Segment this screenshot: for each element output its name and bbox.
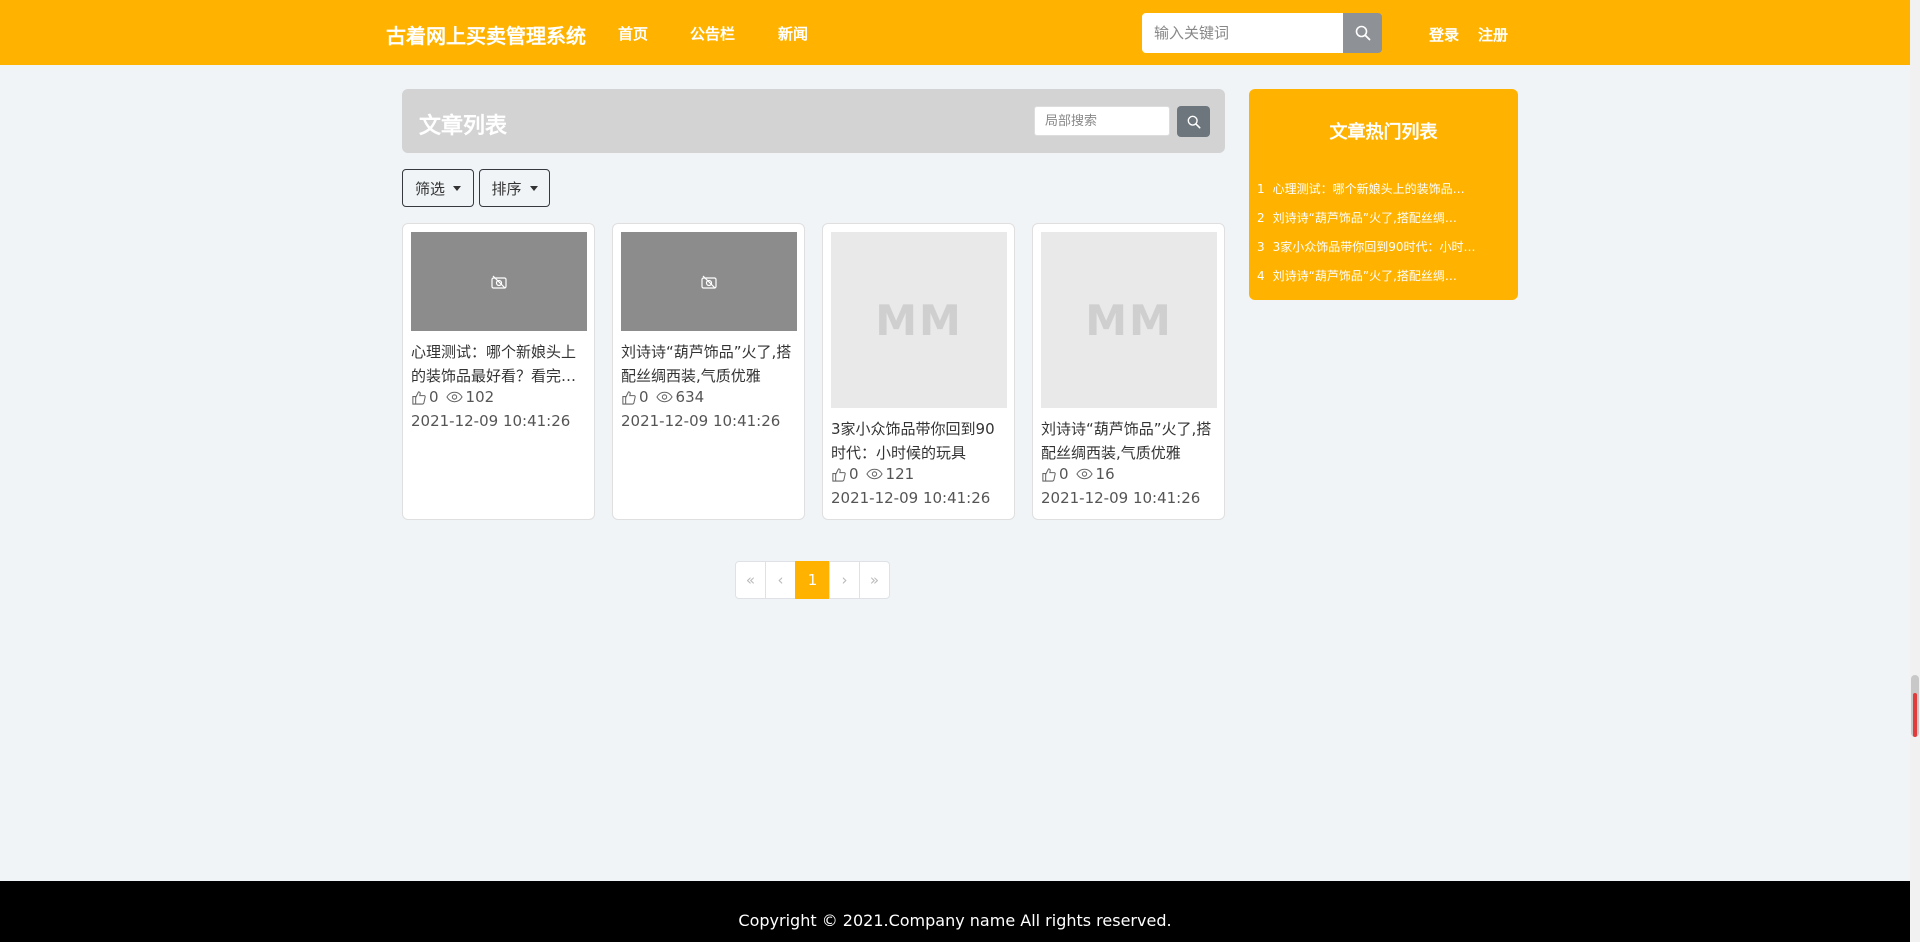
eye-icon [445,391,463,403]
hot-article-rank: 1 [1257,182,1265,196]
first-page-button[interactable]: « [735,561,766,599]
local-search-input[interactable] [1034,106,1170,136]
filter-dropdown-button[interactable]: 筛选 [402,169,474,207]
placeholder-image-text: MM [875,295,963,345]
view-count: 16 [1095,465,1115,483]
eye-icon [655,391,673,403]
caret-down-icon [453,185,461,191]
caret-down-icon [529,185,538,191]
copyright-text: Copyright © 2021.Company name All rights… [738,911,1172,930]
sort-label: 排序 [491,179,522,198]
article-card[interactable]: MM 3家小众饰品带你回到90时代：小时候的玩具 0 121 2021-12-0… [822,223,1015,520]
next-page-button[interactable]: › [829,561,860,599]
site-brand[interactable]: 古着网上买卖管理系统 [386,20,586,49]
hot-article-rank: 4 [1257,269,1265,283]
hot-article-rank: 3 [1257,240,1265,254]
image-unavailable-icon [491,275,507,289]
thumbs-up-icon [832,467,846,482]
page-1-button[interactable]: 1 [795,561,830,599]
hot-article-text: 心理测试：哪个新娘头上的装饰品… [1272,182,1465,196]
thumbs-up-icon [412,390,426,405]
article-card[interactable]: 心理测试：哪个新娘头上的装饰品最好看？看完你就知道了 0 102 2021-12… [402,223,595,520]
article-thumbnail: MM [831,232,1007,408]
article-thumbnail: MM [1041,232,1217,408]
hot-article-item[interactable]: 2 刘诗诗“葫芦饰品”火了,搭配丝绸… [1257,209,1512,226]
article-thumbnail [411,232,587,331]
article-card[interactable]: MM 刘诗诗“葫芦饰品”火了,搭配丝绸西装,气质优雅 0 16 2021-12-… [1032,223,1225,520]
global-search-input[interactable] [1142,13,1343,53]
like-count: 0 [849,465,859,483]
global-search [1142,13,1382,53]
register-link[interactable]: 注册 [1478,24,1508,45]
search-icon [1187,115,1200,128]
hot-articles-panel: 文章热门列表 1 心理测试：哪个新娘头上的装饰品… 2 刘诗诗“葫芦饰品”火了,搭配… [1249,89,1518,300]
article-title[interactable]: 刘诗诗“葫芦饰品”火了,搭配丝绸西装,气质优雅 [1041,417,1217,465]
like-count: 0 [639,388,649,406]
login-link[interactable]: 登录 [1429,24,1459,45]
nav-news[interactable]: 新闻 [778,23,808,44]
image-unavailable-icon [701,275,717,289]
article-list-header: 文章列表 [402,89,1225,153]
scrollbar-thumb[interactable] [1911,675,1919,737]
article-title[interactable]: 刘诗诗“葫芦饰品”火了,搭配丝绸西装,气质优雅 [621,340,797,388]
sort-dropdown-button[interactable]: 排序 [479,169,550,207]
hot-article-text: 3家小众饰品带你回到90时代：小时… [1272,240,1476,254]
page-scrollbar[interactable] [1910,0,1920,942]
hot-article-text: 刘诗诗“葫芦饰品”火了,搭配丝绸… [1272,269,1457,283]
article-title[interactable]: 心理测试：哪个新娘头上的装饰品最好看？看完你就知道了 [411,340,587,388]
article-date: 2021-12-09 10:41:26 [831,489,991,507]
hot-articles-title: 文章热门列表 [1329,122,1438,143]
view-count: 634 [675,388,705,406]
article-thumbnail [621,232,797,331]
article-title[interactable]: 3家小众饰品带你回到90时代：小时候的玩具 [831,417,1007,465]
nav-notice-board[interactable]: 公告栏 [690,23,735,44]
article-stats: 0 121 [831,465,914,483]
hot-article-item[interactable]: 4 刘诗诗“葫芦饰品”火了,搭配丝绸… [1257,267,1512,284]
pagination: « ‹ 1 › » [735,561,890,599]
filter-label: 筛选 [414,179,445,198]
prev-page-button[interactable]: ‹ [765,561,796,599]
page-title: 文章列表 [419,114,508,139]
hot-article-rank: 2 [1257,211,1265,225]
article-date: 2021-12-09 10:41:26 [621,412,781,430]
view-count: 102 [465,388,495,406]
hot-article-item[interactable]: 1 心理测试：哪个新娘头上的装饰品… [1257,180,1512,197]
local-search-button[interactable] [1177,106,1210,137]
global-search-button[interactable] [1343,13,1382,53]
eye-icon [865,468,883,480]
article-date: 2021-12-09 10:41:26 [1041,489,1201,507]
hot-article-text: 刘诗诗“葫芦饰品”火了,搭配丝绸… [1272,211,1457,225]
thumbs-up-icon [1042,467,1056,482]
article-card[interactable]: 刘诗诗“葫芦饰品”火了,搭配丝绸西装,气质优雅 0 634 2021-12-09… [612,223,805,520]
eye-icon [1075,468,1093,480]
like-count: 0 [1059,465,1069,483]
article-date: 2021-12-09 10:41:26 [411,412,571,430]
top-navbar: 古着网上买卖管理系统 首页 公告栏 新闻 登录 注册 [0,0,1910,65]
like-count: 0 [429,388,439,406]
thumbs-up-icon [622,390,636,405]
hot-article-item[interactable]: 3 3家小众饰品带你回到90时代：小时… [1257,238,1512,255]
last-page-button[interactable]: » [859,561,890,599]
article-stats: 0 16 [1041,465,1115,483]
article-stats: 0 634 [621,388,704,406]
search-icon [1355,25,1370,41]
nav-home[interactable]: 首页 [618,23,648,44]
article-stats: 0 102 [411,388,494,406]
footer: Copyright © 2021.Company name All rights… [0,881,1910,942]
placeholder-image-text: MM [1085,295,1173,345]
view-count: 121 [885,465,915,483]
